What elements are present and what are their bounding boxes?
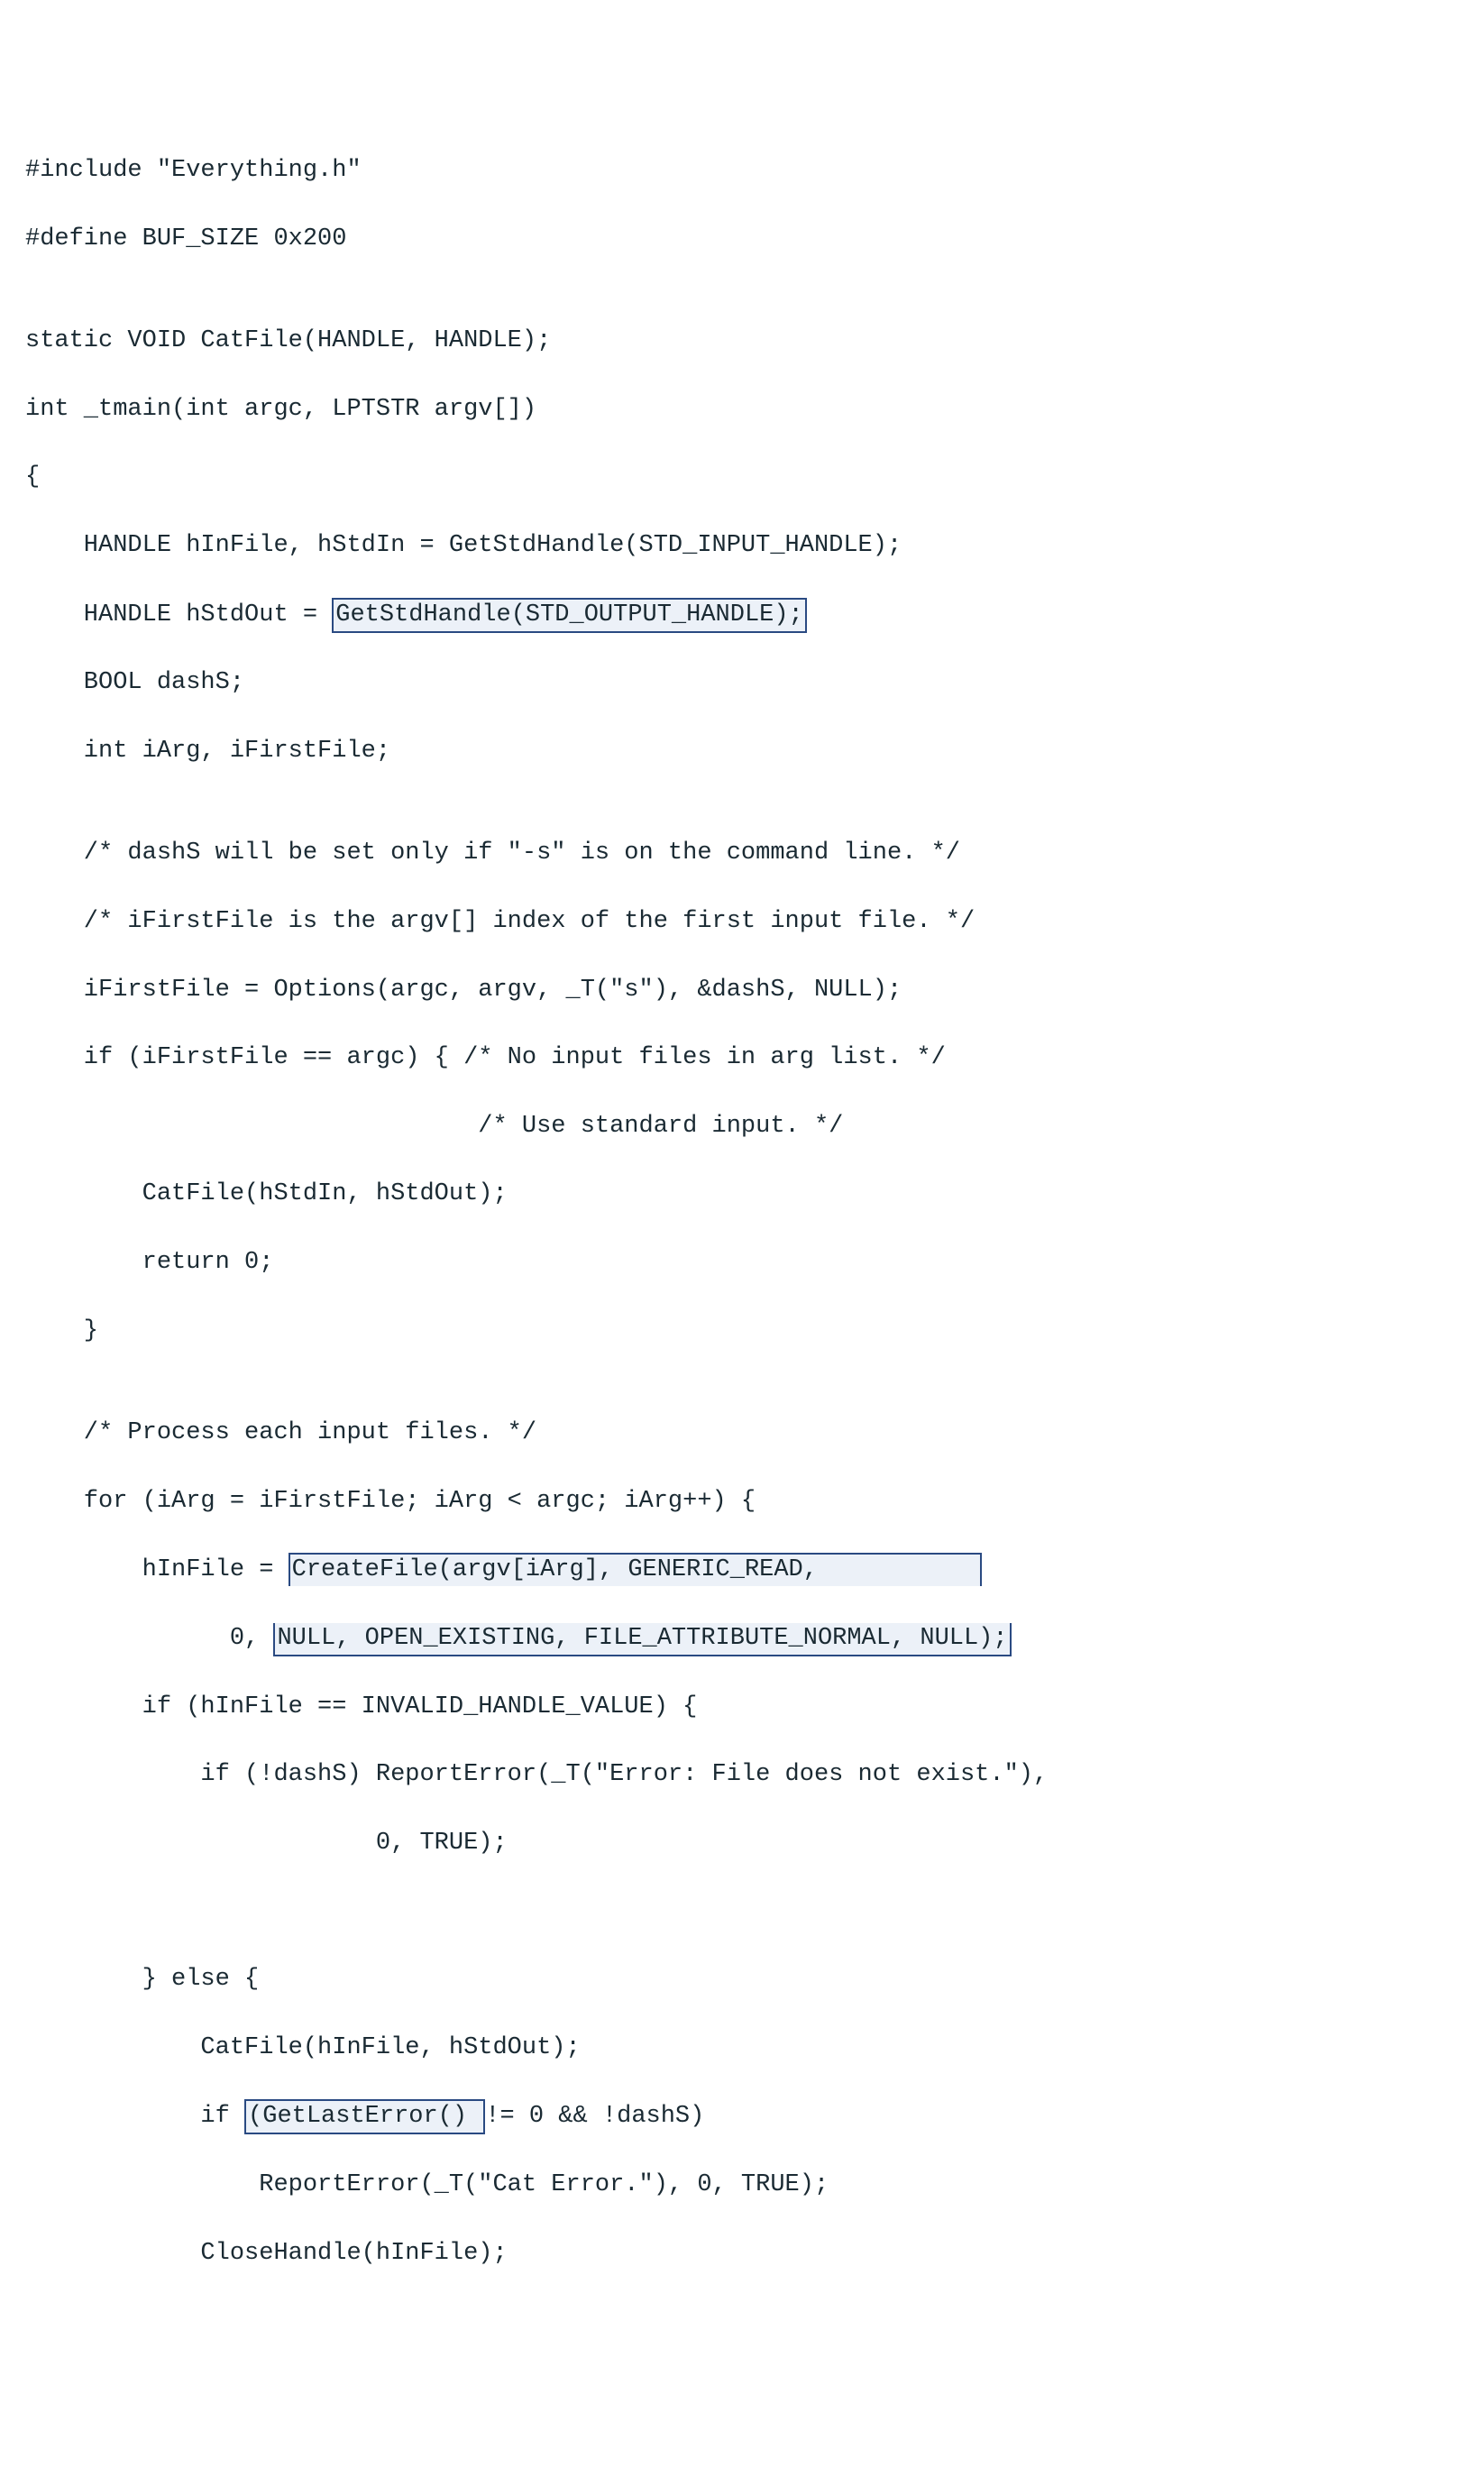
code-line: HANDLE hInFile, hStdIn = GetStdHandle(ST… [25,529,1459,564]
highlight-getlasterror: (GetLastError() [244,2099,485,2134]
code-line: /* Process each input files. */ [25,1417,1459,1451]
code-line: if (!dashS) ReportError(_T("Error: File … [25,1758,1459,1793]
code-line: 0, NULL, OPEN_EXISTING, FILE_ATTRIBUTE_N… [25,1622,1459,1656]
code-line: #define BUF_SIZE 0x200 [25,223,1459,257]
code-text: HANDLE hStdOut = [25,601,332,628]
code-line: hInFile = CreateFile(argv[iArg], GENERIC… [25,1553,1459,1588]
code-line: { [25,461,1459,495]
code-line: } [25,1315,1459,1349]
highlight-createfile-top: CreateFile(argv[iArg], GENERIC_READ, [289,1553,983,1586]
code-line: 0, TRUE); [25,1827,1459,1861]
code-line: CloseHandle(hInFile); [25,2237,1459,2271]
code-text: hInFile = [25,1556,289,1583]
code-line: int iArg, iFirstFile; [25,735,1459,769]
highlight-getstdhandle: GetStdHandle(STD_OUTPUT_HANDLE); [332,598,806,633]
code-line: if (hInFile == INVALID_HANDLE_VALUE) { [25,1691,1459,1725]
code-line: CatFile(hStdIn, hStdOut); [25,1178,1459,1212]
code-text: if [25,2103,244,2130]
highlight-createfile-bottom: NULL, OPEN_EXISTING, FILE_ATTRIBUTE_NORM… [273,1623,1011,1656]
code-line: /* iFirstFile is the argv[] index of the… [25,905,1459,940]
code-line: /* dashS will be set only if "-s" is on … [25,837,1459,871]
code-line: } else { [25,1963,1459,1997]
code-line: int _tmain(int argc, LPTSTR argv[]) [25,393,1459,427]
code-line: iFirstFile = Options(argc, argv, _T("s")… [25,974,1459,1008]
code-line: return 0; [25,1246,1459,1280]
code-text: 0, [25,1625,273,1652]
code-line: HANDLE hStdOut = GetStdHandle(STD_OUTPUT… [25,598,1459,633]
code-line: /* Use standard input. */ [25,1110,1459,1144]
code-line: CatFile(hInFile, hStdOut); [25,2032,1459,2066]
code-line: static VOID CatFile(HANDLE, HANDLE); [25,325,1459,359]
code-line: for (iArg = iFirstFile; iArg < argc; iAr… [25,1485,1459,1519]
code-line: if (iFirstFile == argc) { /* No input fi… [25,1041,1459,1076]
code-text: != 0 && !dashS) [485,2103,704,2130]
code-line: if (GetLastError() != 0 && !dashS) [25,2099,1459,2134]
code-line: BOOL dashS; [25,666,1459,701]
code-line: ReportError(_T("Cat Error."), 0, TRUE); [25,2169,1459,2203]
code-line: #include "Everything.h" [25,154,1459,188]
